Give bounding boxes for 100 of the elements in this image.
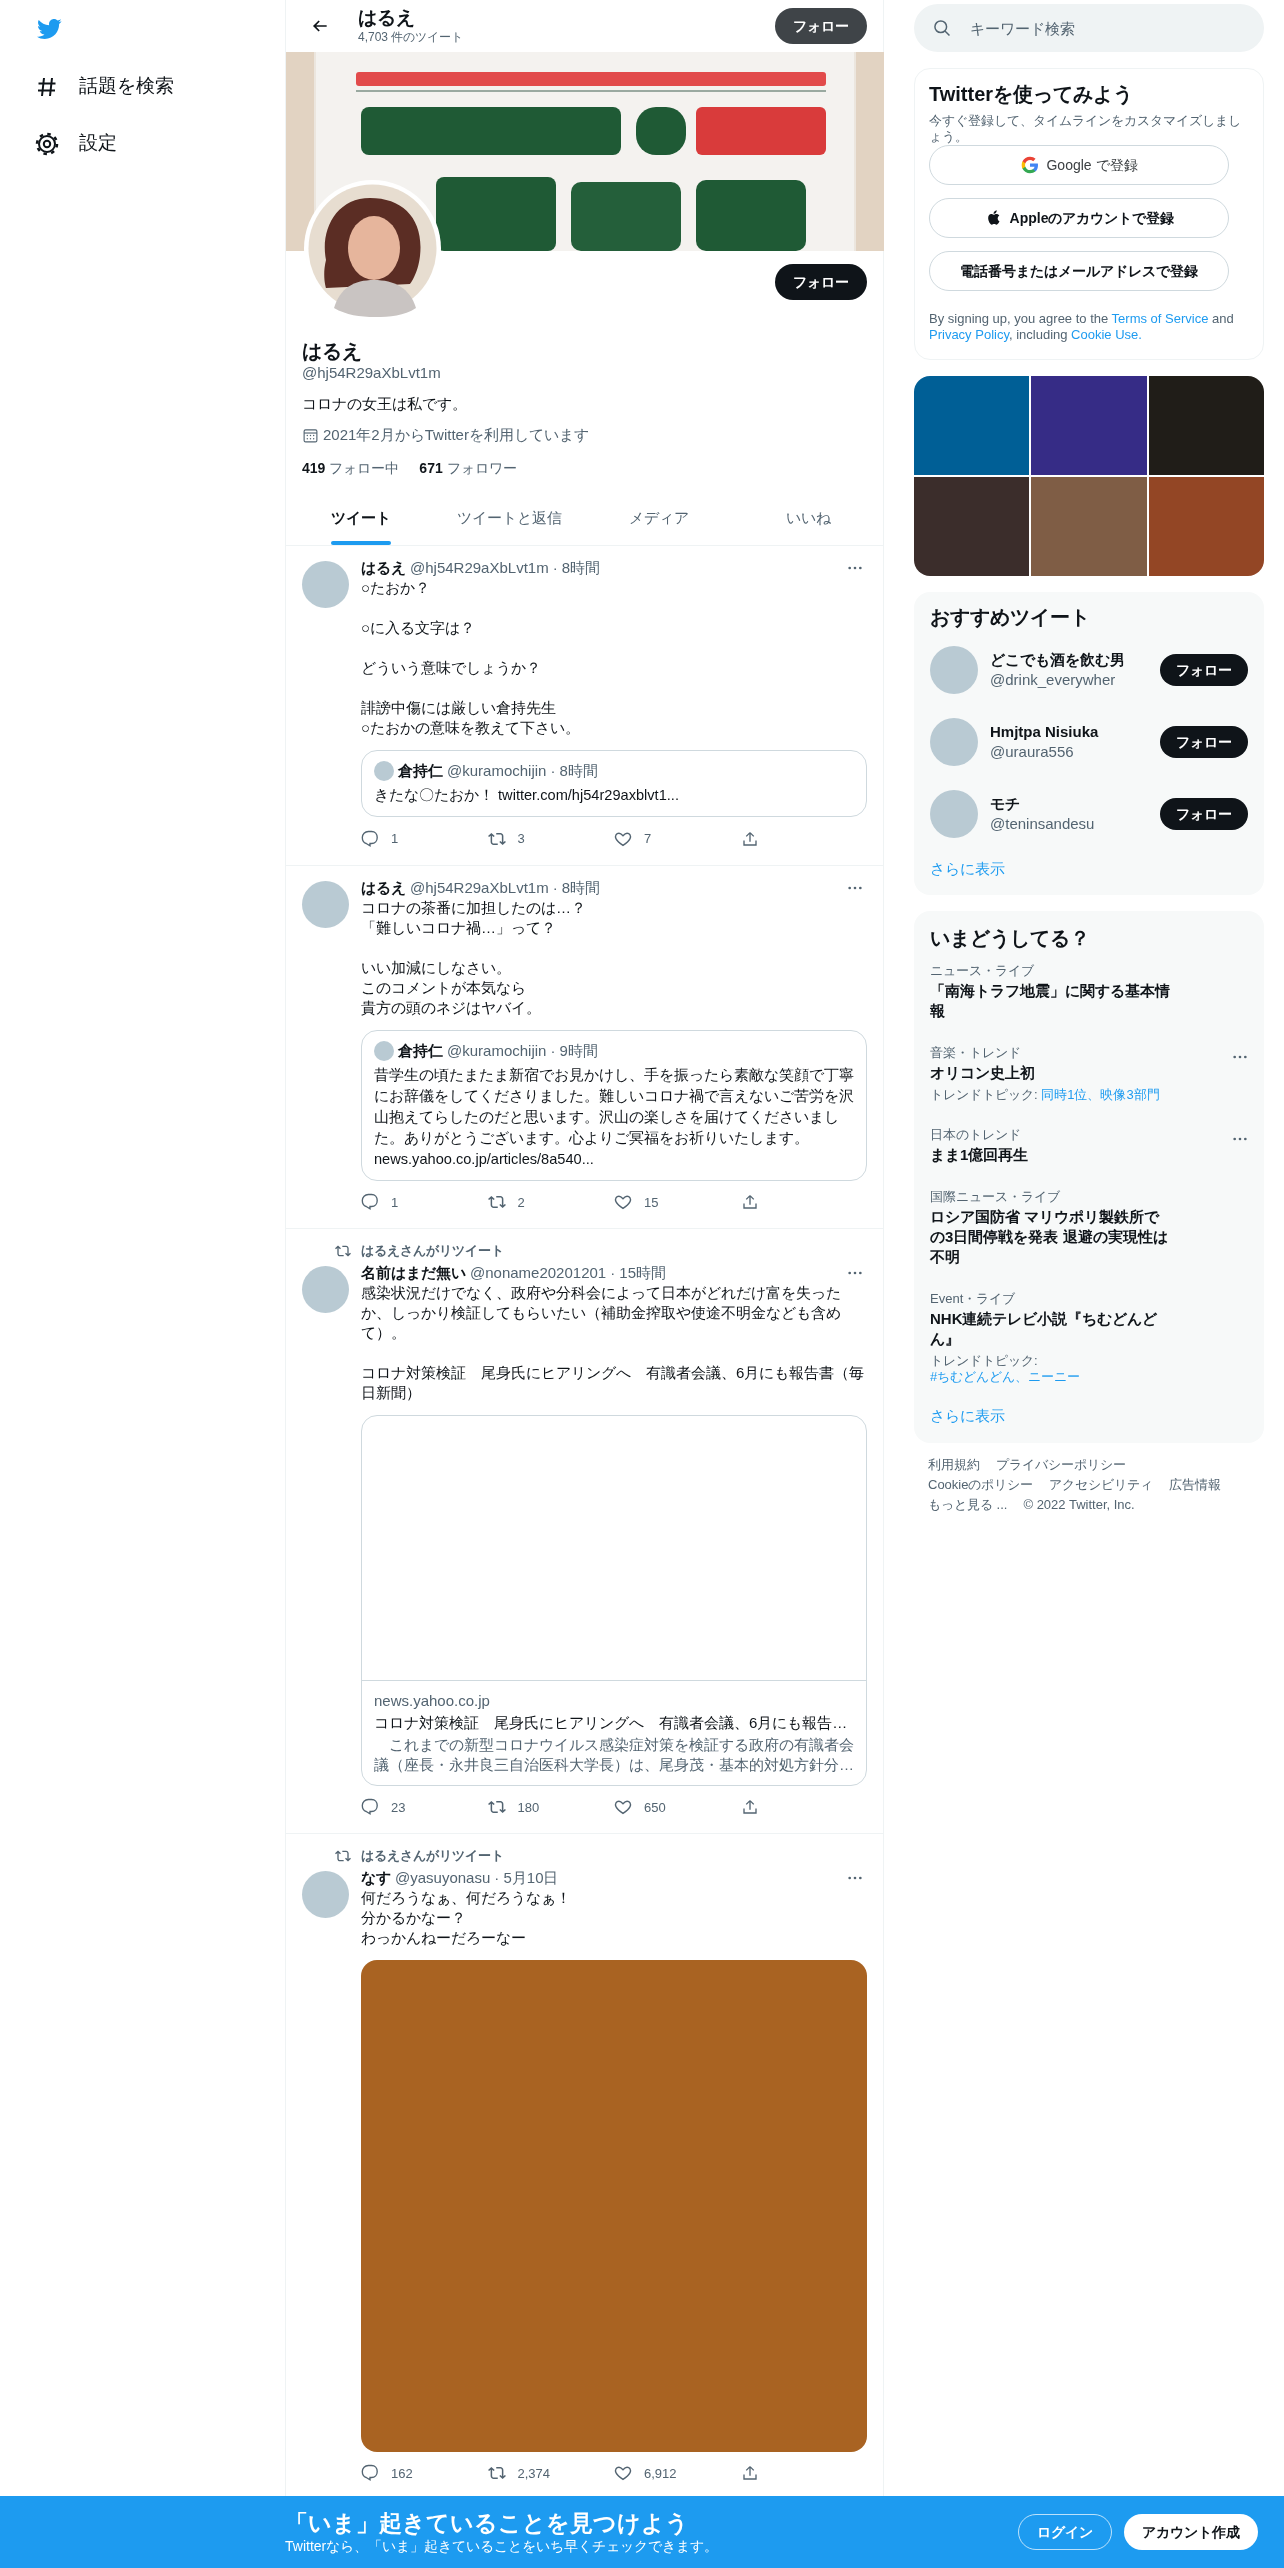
avatar — [374, 761, 394, 781]
settings-icon[interactable] — [35, 131, 59, 156]
profile-tab[interactable]: ツイートと返信 — [435, 491, 585, 545]
author-name[interactable]: はるえ — [361, 877, 406, 898]
footer-link[interactable]: Cookieのポリシー — [928, 1477, 1034, 1493]
trend-title[interactable]: NHK連続テレビ小説『ちむどんどん』 — [930, 1308, 1170, 1349]
avatar — [374, 1040, 394, 1061]
media-tile[interactable] — [1031, 376, 1147, 475]
media-tile[interactable] — [914, 477, 1030, 576]
tweet-text: ○たおかの意味を教えて下さい。 — [361, 718, 582, 738]
retweet-label: はるえさんがリツイート — [361, 1847, 504, 1865]
like-icon[interactable] — [614, 2464, 632, 2483]
author-handle: @noname20201201 — [470, 1262, 607, 1283]
footer-link[interactable]: アクセシビリティ — [1049, 1477, 1154, 1493]
legal-text: By signing up, you agree to the Terms of Service and Privacy Policy, including Cookie Use. — [929, 311, 1235, 343]
tweet-text: 貴方の頭のネジはヤバイ。 — [361, 997, 542, 1018]
footer-link[interactable]: 利用規約 — [928, 1457, 980, 1473]
tweet-text: 「難しいコロナ禍…」って？ — [361, 917, 557, 938]
reply-count: 23 — [391, 1798, 406, 1817]
tweet-text: どういう意味でしょうか？ — [361, 658, 542, 678]
trend-category: 国際ニュース・ライブ — [930, 1188, 1060, 1205]
author-name[interactable]: はるえ — [361, 558, 406, 578]
follow-button[interactable]: フォロー — [1160, 654, 1248, 686]
media-tile[interactable] — [914, 376, 1030, 475]
signup-button[interactable]: アカウント作成 — [1124, 2514, 1258, 2550]
media-tile[interactable] — [1148, 376, 1264, 475]
like-count: 650 — [644, 1798, 666, 1817]
profile-tab[interactable]: いいね — [733, 491, 883, 545]
trend-title[interactable]: まま1億回再生 — [930, 1144, 1170, 1165]
sidebar-item[interactable]: 話題を検索 — [79, 72, 174, 101]
reply-icon[interactable] — [361, 829, 379, 848]
tweet-text: わっかんねーだろーなー — [361, 1927, 527, 1948]
like-count: 7 — [644, 830, 652, 848]
tweet-text: 分かるかなー？ — [361, 1907, 467, 1928]
footer-link[interactable]: もっと見る ... — [928, 1497, 1008, 1513]
link-card[interactable]: news.yahoo.co.jp コロナ対策検証 尾身氏にヒアリングへ 有識者会議、6月にも報告… これまでの新型コロナウイルス感染症対策を検証する政府の有識者会議（座長・永井良三自治医科大学長）は、尾身茂・基本的対処方針分… — [361, 1414, 867, 1786]
retweet-count: 180 — [517, 1798, 540, 1817]
calendar-icon — [302, 426, 319, 444]
card-title: Twitterを使ってみよう — [929, 82, 1135, 107]
user-name[interactable]: モチ — [990, 794, 1160, 814]
user-name[interactable]: どこでも酒を飲む男 — [990, 650, 1160, 670]
trend-title[interactable]: オリコン史上初 — [930, 1062, 1170, 1083]
trend-title[interactable]: ロシア国防省 マリウポリ製鉄所での3日間停戦を発表 退避の実現性は不明 — [930, 1206, 1170, 1267]
user-handle: @drink_everywher — [990, 670, 1117, 690]
reply-icon[interactable] — [361, 1798, 379, 1817]
media-tile[interactable] — [1148, 477, 1264, 576]
profile-tab[interactable]: メディア — [584, 491, 734, 545]
search-input[interactable]: キーワード検索 — [970, 4, 1264, 52]
retweet-count: 3 — [517, 830, 525, 848]
author-handle: @hj54R29aXbLvt1m — [410, 558, 549, 578]
quoted-tweet[interactable]: 倉持仁 @kuramochijin · 8時間 きたな〇たおか！ twitter.com/hj54r29axblvt1... — [361, 750, 867, 817]
share-icon[interactable] — [740, 2464, 759, 2483]
tweet-text: 昔学生の頃たまたま新宿でお見かけし、手を振ったら素敵な笑顔で丁寧にお辞儀をしてくださりました。難しいコロナ禍で言えないご苦労を沢山抱えてらしたのだと思います。沢山の楽しさを届けてくださいました。ありがとうございます。心よりご冥福をお祈りいたします。 — [374, 1065, 854, 1148]
author-name[interactable]: 名前はまだ無い — [361, 1262, 466, 1283]
retweet-count: 2,374 — [517, 2464, 551, 2483]
footer-link[interactable]: © 2022 Twitter, Inc. — [1023, 1497, 1135, 1513]
tweet-time: · 5月10日 — [494, 1867, 559, 1888]
follow-button[interactable]: フォロー — [1160, 798, 1248, 830]
reply-icon[interactable] — [361, 1193, 379, 1212]
trend-category: 音楽・トレンド — [930, 1044, 1021, 1061]
footer-link[interactable]: 広告情報 — [1169, 1477, 1222, 1493]
profile-tab[interactable]: ツイート — [286, 491, 436, 545]
search-field[interactable]: キーワード検索 — [914, 4, 1264, 52]
reply-count: 162 — [391, 2464, 413, 2483]
link-description: これまでの新型コロナウイルス感染症対策を検証する政府の有識者会議（座長・永井良三自治医科大学長）は、尾身茂・基本的対処方針分… — [374, 1734, 854, 1775]
quoted-tweet[interactable]: 倉持仁 @kuramochijin · 9時間 昔学生の頃たまたま新宿でお見かけし、手を振ったら素敵な笑顔で丁寧にお辞儀をしてくださりました。難しいコロナ禍で言えないご苦労を沢山抱えてらしたのだと思います。沢山の楽しさを届けてくださいました。ありがとうございます。心よりご冥福をお祈りいたします。 news.yahoo.co.jp/articles/8a540... — [361, 1029, 867, 1181]
card-title: いまどうしてる？ — [929, 925, 1091, 951]
like-icon[interactable] — [614, 1193, 632, 1212]
author-handle: @kuramochijin — [447, 1040, 547, 1061]
like-count: 6,912 — [644, 2464, 677, 2483]
user-name[interactable]: Hmjtpa Nisiuka — [990, 722, 1160, 742]
media-tile[interactable] — [1031, 477, 1147, 576]
followers-link[interactable]: 671 フォロワー — [419, 458, 517, 479]
tweet-text: 感染状況だけでなく、政府や分科会によって日本がどれだけ富を失ったか、しっかり検証してもらいたい（補助金搾取や使途不明金なども含めて）。 — [361, 1282, 842, 1343]
follow-button[interactable]: フォロー — [775, 264, 867, 300]
author-name: 倉持仁 — [398, 1040, 443, 1061]
author-name: 倉持仁 — [398, 761, 443, 781]
like-count: 15 — [644, 1193, 659, 1212]
footer-link[interactable]: プライバシーポリシー — [996, 1457, 1126, 1473]
follow-button[interactable]: フォロー — [1160, 726, 1248, 758]
like-icon[interactable] — [614, 1798, 632, 1817]
follow-button[interactable]: フォロー — [775, 8, 867, 44]
link-title: コロナ対策検証 尾身氏にヒアリングへ 有識者会議、6月にも報告… — [374, 1712, 849, 1733]
following-link[interactable]: 419 フォロー中 — [302, 458, 400, 479]
reply-icon[interactable] — [361, 2464, 379, 2483]
share-icon[interactable] — [740, 1193, 759, 1212]
author-name[interactable]: なす — [361, 1867, 391, 1888]
share-icon[interactable] — [740, 829, 759, 848]
tweet-text: 何だろうなぁ、何だろうなぁ！ — [361, 1887, 572, 1908]
trend-title[interactable]: 「南海トラフ地震」に関する基本情報 — [930, 980, 1170, 1021]
tweet-text: ○に入る文字は？ — [361, 618, 477, 638]
card-title: おすすめツイート — [929, 605, 1091, 630]
share-icon[interactable] — [740, 1798, 759, 1817]
sidebar-item[interactable]: 設定 — [79, 129, 117, 158]
profile-name: はるえ — [302, 339, 362, 363]
author-handle: @kuramochijin — [447, 761, 547, 781]
retweet-label: はるえさんがリツイート — [361, 1242, 504, 1260]
tweet-text: news.yahoo.co.jp/articles/8a540... — [374, 1149, 595, 1169]
banner-title: 「いま」起きていることを見つけよう — [285, 2509, 689, 2537]
reply-count: 1 — [391, 830, 399, 848]
